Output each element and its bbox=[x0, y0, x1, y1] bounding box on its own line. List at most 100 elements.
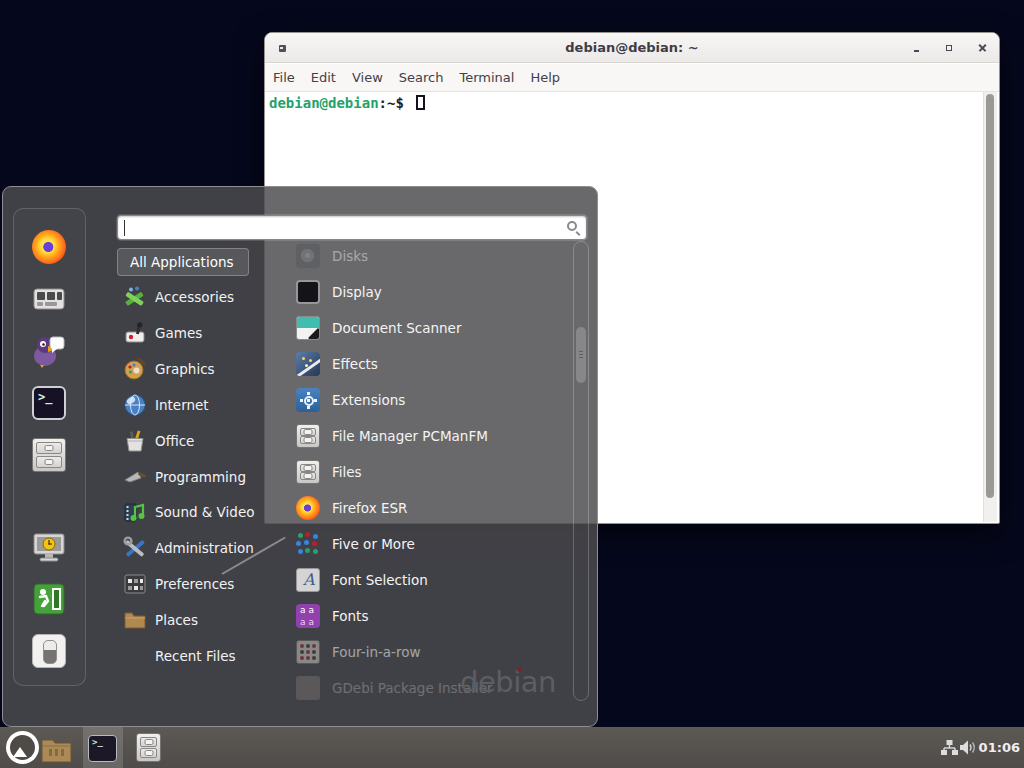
category-label: Sound & Video bbox=[155, 504, 254, 520]
window-title: debian@debian: ~ bbox=[265, 33, 999, 63]
office-icon bbox=[123, 429, 147, 453]
prompt-line: debian@debian:~$ bbox=[269, 94, 425, 112]
files-icon bbox=[296, 460, 320, 484]
app-five-or-more[interactable]: Five or More bbox=[296, 526, 415, 562]
terminal-cursor bbox=[416, 95, 425, 110]
favorite-firefox-icon[interactable] bbox=[32, 230, 66, 264]
app-label: Four-in-a-row bbox=[332, 644, 421, 660]
maximize-icon bbox=[946, 45, 953, 52]
favorite-keyboard-icon[interactable] bbox=[32, 282, 66, 316]
category-places[interactable]: Places bbox=[123, 602, 198, 638]
prompt-suffix: :~$ bbox=[379, 95, 404, 111]
menu-scrollbar-track[interactable] bbox=[573, 241, 589, 701]
category-internet[interactable]: Internet bbox=[123, 387, 209, 423]
sound-video-icon bbox=[123, 500, 147, 524]
games-icon bbox=[123, 321, 147, 345]
taskbar-file-manager-icon[interactable] bbox=[41, 736, 72, 767]
category-label: Places bbox=[155, 612, 198, 628]
app-label: Effects bbox=[332, 356, 378, 372]
category-label: Recent Files bbox=[155, 648, 236, 664]
application-menu: All Applications Accessories Games bbox=[2, 186, 598, 727]
disks-icon bbox=[296, 244, 320, 268]
taskbar-file-cabinet-icon[interactable] bbox=[136, 733, 161, 762]
favorite-pidgin-icon[interactable] bbox=[32, 334, 66, 368]
app-effects[interactable]: Effects bbox=[296, 346, 378, 382]
app-label: Display bbox=[332, 284, 382, 300]
no-icon bbox=[123, 644, 147, 668]
category-label: Preferences bbox=[155, 576, 234, 592]
app-label: Disks bbox=[332, 248, 368, 264]
gdebi-icon bbox=[296, 676, 320, 700]
category-recent-files[interactable]: Recent Files bbox=[123, 638, 236, 674]
close-button[interactable] bbox=[969, 35, 995, 61]
app-label: Fonts bbox=[332, 608, 368, 624]
preferences-icon bbox=[123, 572, 147, 596]
favorite-file-manager-icon[interactable] bbox=[32, 438, 66, 472]
app-label: Files bbox=[332, 464, 362, 480]
effects-icon bbox=[296, 352, 320, 376]
terminal-scrollbar-thumb[interactable] bbox=[986, 94, 994, 498]
watermark-dot bbox=[517, 667, 522, 672]
category-label: Graphics bbox=[155, 361, 215, 377]
favorite-terminal-icon[interactable] bbox=[32, 386, 66, 420]
maximize-button[interactable] bbox=[936, 35, 962, 61]
category-all-applications[interactable]: All Applications bbox=[117, 248, 249, 276]
menu-scrollbar-thumb[interactable] bbox=[576, 327, 586, 383]
app-firefox-esr[interactable]: Firefox ESR bbox=[296, 490, 407, 526]
category-label: Accessories bbox=[155, 289, 234, 305]
menu-view[interactable]: View bbox=[344, 70, 391, 85]
app-font-selection[interactable]: Font Selection bbox=[296, 562, 428, 598]
search-icon bbox=[567, 221, 577, 231]
favorite-screensaver-icon[interactable] bbox=[32, 530, 66, 564]
app-files[interactable]: Files bbox=[296, 454, 362, 490]
category-label: Programming bbox=[155, 469, 246, 485]
category-programming[interactable]: Programming bbox=[123, 459, 246, 495]
category-label: Administration bbox=[155, 540, 254, 556]
minimize-icon bbox=[914, 50, 919, 52]
menu-help[interactable]: Help bbox=[522, 70, 568, 85]
app-extensions[interactable]: Extensions bbox=[296, 382, 405, 418]
font-selection-icon bbox=[296, 568, 320, 592]
menu-search[interactable]: Search bbox=[391, 70, 452, 85]
administration-icon bbox=[123, 536, 147, 560]
category-label: Games bbox=[155, 325, 202, 341]
menu-edit[interactable]: Edit bbox=[303, 70, 344, 85]
terminal-scrollbar-track[interactable] bbox=[983, 92, 997, 522]
programming-icon bbox=[123, 465, 147, 489]
category-administration[interactable]: Administration bbox=[123, 530, 254, 566]
taskbar-terminal-icon[interactable] bbox=[88, 735, 117, 762]
minimize-button[interactable] bbox=[903, 35, 929, 61]
category-games[interactable]: Games bbox=[123, 315, 202, 351]
category-office[interactable]: Office bbox=[123, 423, 194, 459]
app-four-in-a-row[interactable]: Four-in-a-row bbox=[296, 634, 421, 670]
menu-file[interactable]: File bbox=[265, 70, 303, 85]
category-label: Office bbox=[155, 433, 194, 449]
menu-terminal[interactable]: Terminal bbox=[451, 70, 522, 85]
applications-list: Disks Display Document Scanner Effects E… bbox=[263, 238, 569, 701]
app-fonts[interactable]: Fonts bbox=[296, 598, 368, 634]
category-preferences[interactable]: Preferences bbox=[123, 566, 234, 602]
network-icon[interactable] bbox=[941, 740, 958, 759]
volume-icon[interactable] bbox=[960, 740, 980, 759]
extensions-icon bbox=[296, 388, 320, 412]
close-icon bbox=[979, 45, 986, 52]
category-graphics[interactable]: Graphics bbox=[123, 351, 215, 387]
category-accessories[interactable]: Accessories bbox=[123, 279, 234, 315]
graphics-icon bbox=[123, 357, 147, 381]
app-label: Document Scanner bbox=[332, 320, 461, 336]
favorite-logout-icon[interactable] bbox=[32, 582, 66, 616]
app-file-manager-pcmanfm[interactable]: File Manager PCManFM bbox=[296, 418, 488, 454]
app-display[interactable]: Display bbox=[296, 274, 382, 310]
search-input[interactable] bbox=[117, 215, 587, 240]
app-document-scanner[interactable]: Document Scanner bbox=[296, 310, 461, 346]
app-disks[interactable]: Disks bbox=[296, 238, 368, 274]
app-label: Five or More bbox=[332, 536, 415, 552]
taskbar: 01:06 bbox=[0, 727, 1024, 768]
category-sound-video[interactable]: Sound & Video bbox=[123, 494, 254, 530]
five-or-more-icon bbox=[296, 532, 320, 556]
favorite-shutdown-icon[interactable] bbox=[32, 634, 66, 668]
firefox-icon bbox=[296, 496, 320, 520]
terminal-titlebar[interactable]: debian@debian: ~ bbox=[265, 33, 999, 63]
menu-button[interactable] bbox=[6, 731, 39, 764]
clock[interactable]: 01:06 bbox=[979, 727, 1020, 768]
